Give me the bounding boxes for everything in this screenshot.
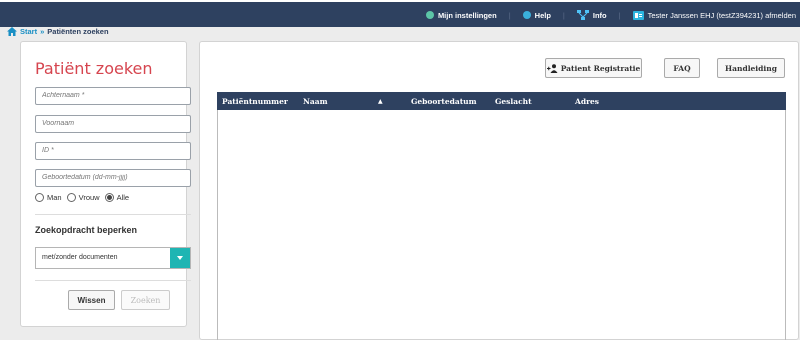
gender-radio-group: Man Vrouw Alle (35, 193, 129, 202)
results-table-body (217, 110, 786, 340)
gender-label-vrouw: Vrouw (78, 193, 100, 202)
breadcrumb-home[interactable]: Start (20, 27, 37, 36)
gender-radio-man[interactable] (35, 193, 44, 202)
settings-icon (425, 11, 434, 19)
settings-label: Mijn instellingen (437, 10, 497, 20)
column-birthdate[interactable]: Geboortedatum (411, 97, 477, 106)
column-address[interactable]: Adres (575, 97, 599, 106)
help-link[interactable]: Help (522, 10, 551, 20)
restrict-select[interactable]: met/zonder documenten (35, 247, 191, 269)
chevron-down-icon[interactable] (170, 248, 190, 268)
manual-button[interactable]: Handleiding (717, 58, 785, 78)
user-logout-link[interactable]: Tester Janssen EHJ (testZ394231) afmelde… (632, 10, 796, 20)
top-strip (0, 0, 800, 2)
top-menu: Mijn instellingen | Help | Info | Tester… (425, 10, 796, 20)
info-link[interactable]: Info (576, 10, 607, 20)
user-card-icon (632, 10, 644, 20)
lastname-input[interactable] (42, 92, 184, 99)
gender-label-man: Man (47, 193, 62, 202)
lastname-field[interactable] (35, 87, 191, 105)
menu-separator: | (562, 10, 565, 20)
firstname-input[interactable] (42, 120, 184, 127)
sort-ascending-icon[interactable]: ▲ (378, 98, 383, 105)
info-label: Info (592, 10, 607, 20)
patient-registration-button[interactable]: Patient Registratie (545, 58, 642, 78)
breadcrumb-current: Patiënten zoeken (47, 27, 109, 36)
user-label: Tester Janssen EHJ (testZ394231) afmelde… (647, 10, 796, 20)
birthdate-field[interactable] (35, 169, 191, 187)
gender-radio-alle[interactable] (104, 193, 114, 202)
menu-separator: | (618, 10, 621, 20)
gender-label-alle: Alle (116, 193, 130, 202)
firstname-field[interactable] (35, 115, 191, 133)
birthdate-input[interactable] (42, 174, 184, 181)
settings-link[interactable]: Mijn instellingen (425, 10, 497, 20)
search-panel: Patiënt zoeken Man Vrouw Alle Zoekopdrac… (20, 41, 191, 327)
restrict-heading: Zoekopdracht beperken (35, 225, 138, 235)
menu-separator: | (508, 10, 511, 20)
results-table-header: Patiëntnummer Naam ▲ Geboortedatum Gesla… (217, 92, 786, 110)
restrict-select-value: met/zonder documenten (42, 254, 118, 261)
add-user-icon (546, 63, 558, 73)
top-bar: Mijn instellingen | Help | Info | Tester… (0, 0, 800, 27)
section-divider (35, 280, 191, 281)
help-icon (522, 11, 531, 19)
breadcrumb: Start » Patiënten zoeken (7, 27, 109, 36)
faq-button[interactable]: FAQ (664, 58, 700, 78)
column-patientnumber[interactable]: Patiëntnummer (222, 97, 288, 106)
search-button[interactable]: Zoeken (121, 290, 170, 310)
home-icon (7, 27, 17, 36)
patient-registration-label: Patient Registratie (560, 63, 641, 73)
gender-radio-vrouw[interactable] (66, 193, 76, 202)
column-name[interactable]: Naam (303, 97, 328, 106)
id-field[interactable] (35, 142, 191, 160)
info-network-icon (576, 10, 589, 20)
clear-button[interactable]: Wissen (68, 290, 115, 310)
results-panel: Patient Registratie FAQ Handleiding Pati… (199, 41, 799, 340)
column-gender[interactable]: Geslacht (495, 97, 532, 106)
search-title: Patiënt zoeken (35, 59, 153, 78)
help-label: Help (534, 10, 551, 20)
id-input[interactable] (42, 147, 184, 154)
section-divider (35, 214, 191, 215)
breadcrumb-separator: » (40, 27, 45, 36)
